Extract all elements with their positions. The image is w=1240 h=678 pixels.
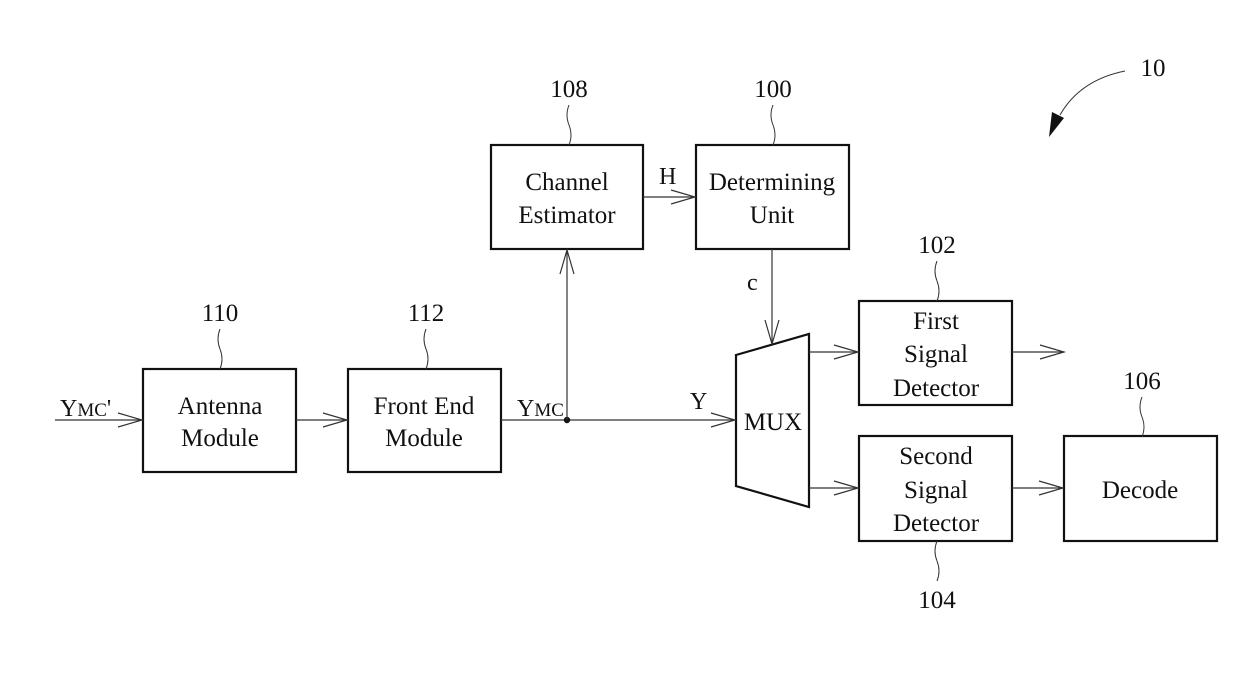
first-signal-detector-label-line1: First xyxy=(913,308,959,335)
channel-estimator-label-line1: Channel xyxy=(525,169,608,196)
determining-unit-leader xyxy=(770,104,776,146)
first-signal-detector-ref: 102 xyxy=(918,232,956,259)
decode-ref: 106 xyxy=(1123,368,1161,395)
antenna-module-label-line1: Antenna xyxy=(178,393,263,420)
block-diagram: 10 Antenna Module 110 Front End Module 1… xyxy=(55,55,1219,614)
channel-estimator-box xyxy=(489,143,645,251)
signal-input-label: YMC' xyxy=(60,396,111,422)
antenna-module-box xyxy=(141,367,298,474)
block-antenna-module: Antenna Module 110 xyxy=(141,300,298,474)
block-second-signal-detector: Second Signal Detector 104 xyxy=(857,434,1014,614)
figure-arrow-curve xyxy=(1059,70,1126,116)
second-signal-detector-label-line1: Second xyxy=(899,443,973,470)
figure-reference: 10 xyxy=(1049,55,1166,137)
determining-unit-ref: 100 xyxy=(754,76,792,103)
channel-estimator-leader xyxy=(566,104,572,146)
front-end-module-ref: 112 xyxy=(408,300,445,327)
block-first-signal-detector: First Signal Detector 102 xyxy=(857,232,1014,407)
second-signal-detector-label-line2: Signal xyxy=(904,477,968,504)
antenna-module-leader xyxy=(217,328,223,370)
signal-h-label: H xyxy=(659,164,676,190)
first-signal-detector-label-line3: Detector xyxy=(893,375,980,402)
front-end-module-leader xyxy=(423,328,429,370)
block-mux: MUX xyxy=(734,332,811,509)
decode-label: Decode xyxy=(1102,477,1178,504)
signal-frontend-out-label: YMC xyxy=(517,396,564,422)
second-signal-detector-leader xyxy=(934,540,940,582)
antenna-module-ref: 110 xyxy=(202,300,239,327)
second-signal-detector-label-line3: Detector xyxy=(893,510,980,537)
block-front-end-module: Front End Module 112 xyxy=(346,300,503,474)
mux-label: MUX xyxy=(744,409,802,436)
front-end-module-box xyxy=(346,367,503,474)
decode-leader xyxy=(1139,396,1145,438)
block-channel-estimator: Channel Estimator 108 xyxy=(489,76,645,251)
signal-c-label: c xyxy=(747,270,758,296)
first-signal-detector-leader xyxy=(934,260,940,302)
channel-estimator-label-line2: Estimator xyxy=(518,202,616,229)
block-decode: Decode 106 xyxy=(1062,368,1219,543)
determining-unit-box xyxy=(694,143,851,251)
figure-number: 10 xyxy=(1141,55,1166,82)
channel-estimator-ref: 108 xyxy=(550,76,588,103)
antenna-module-label-line2: Module xyxy=(181,425,259,452)
front-end-module-label-line1: Front End xyxy=(374,393,475,420)
figure-arrow-head-icon xyxy=(1049,112,1064,137)
determining-unit-label-line2: Unit xyxy=(750,202,795,229)
signal-mux-in-label: Y xyxy=(690,389,707,415)
second-signal-detector-ref: 104 xyxy=(918,587,956,614)
front-end-module-label-line2: Module xyxy=(385,425,463,452)
block-determining-unit: Determining Unit 100 xyxy=(694,76,851,251)
first-signal-detector-label-line2: Signal xyxy=(904,341,968,368)
determining-unit-label-line1: Determining xyxy=(709,169,836,196)
